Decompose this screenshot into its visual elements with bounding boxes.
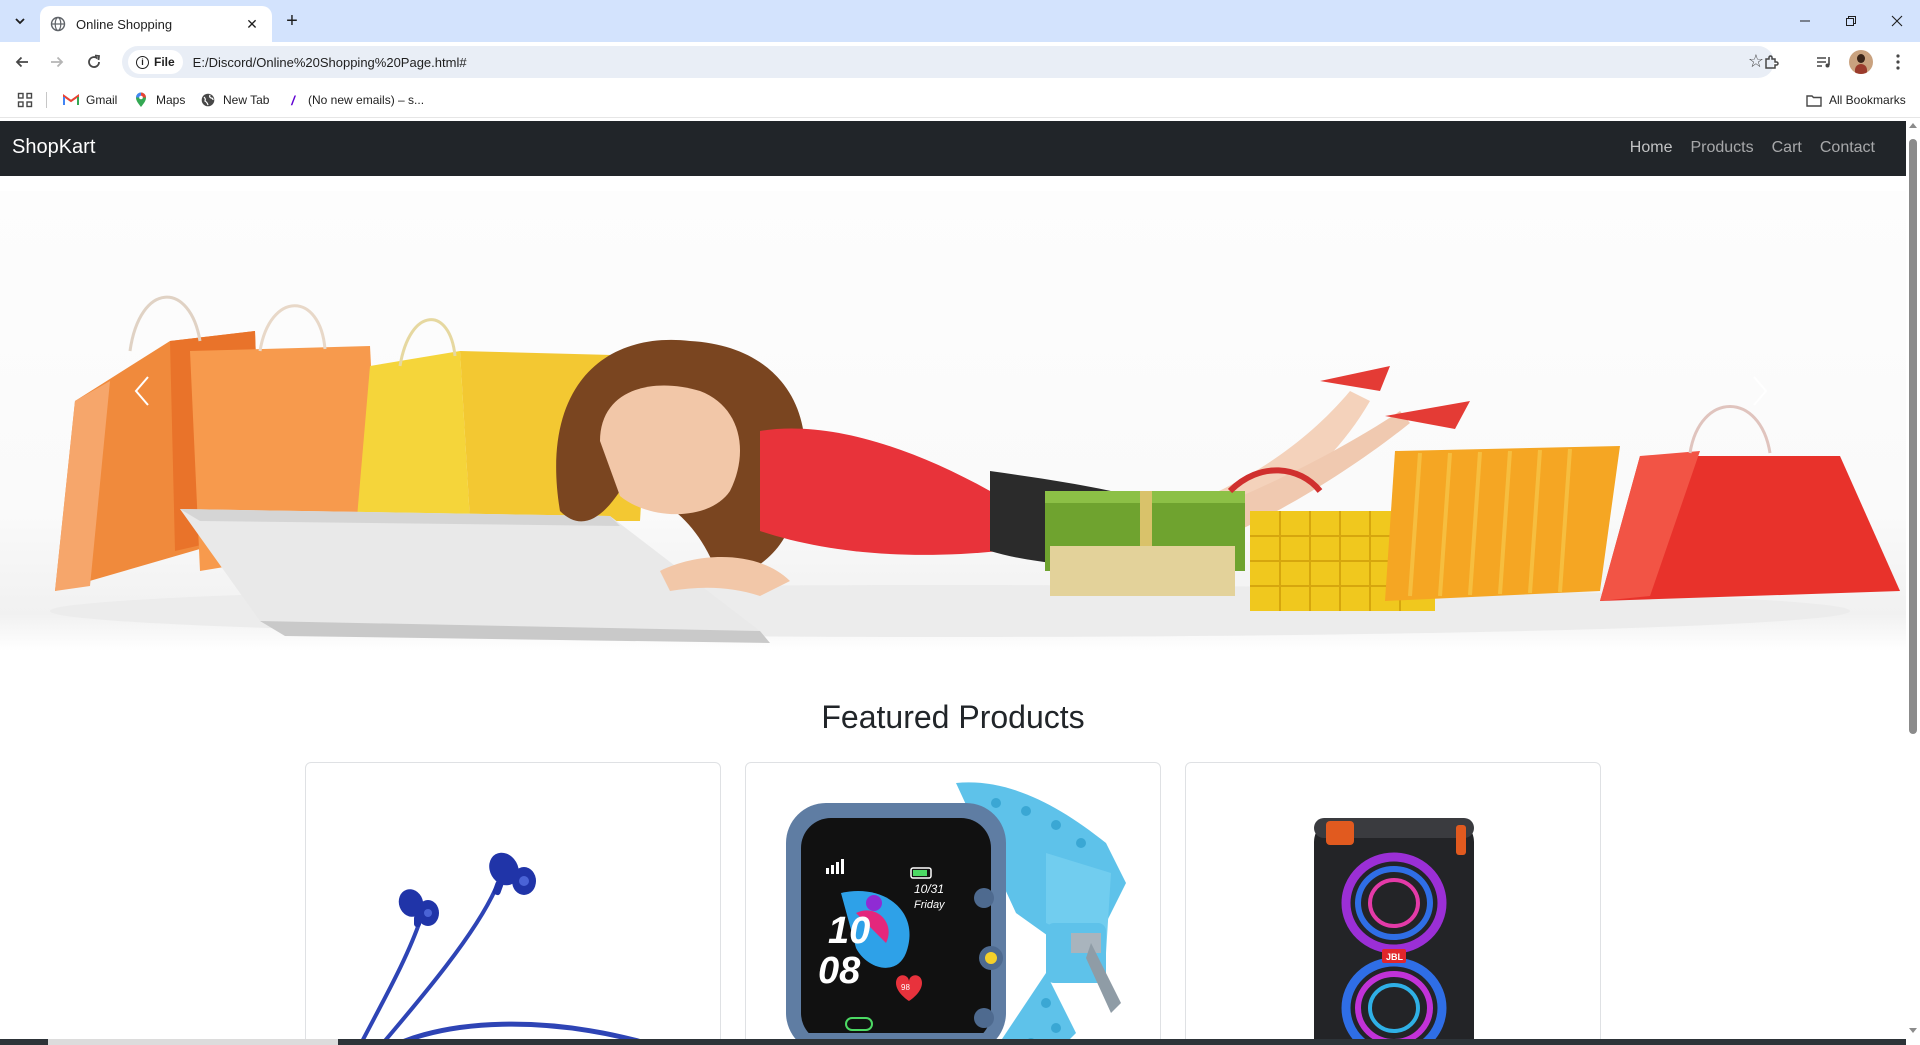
speaker-brand-logo: JBL: [1386, 952, 1404, 962]
forward-arrow-icon[interactable]: [43, 48, 71, 76]
url-text[interactable]: E:/Discord/Online%20Shopping%20Page.html…: [193, 55, 467, 70]
horizontal-scrollbar[interactable]: [0, 1039, 1906, 1045]
nav-cart-link[interactable]: Cart: [1763, 139, 1811, 157]
featured-title-text: Featured Products: [821, 699, 1085, 735]
close-tab-icon[interactable]: ✕: [242, 14, 262, 34]
hero-shopping-woman-image: [50, 295, 1900, 643]
kebab-menu-icon[interactable]: [1886, 50, 1910, 74]
brand-logo[interactable]: ShopKart: [12, 136, 95, 159]
close-window-icon[interactable]: [1874, 0, 1920, 42]
watch-day-text: Friday: [914, 899, 946, 911]
tab-title: Online Shopping: [76, 16, 173, 32]
globe-icon: [200, 92, 216, 108]
carousel-prev-chevron-icon[interactable]: [122, 361, 162, 421]
nav-links: Home Products Cart Contact: [1621, 139, 1884, 157]
all-bookmarks-label: All Bookmarks: [1829, 93, 1906, 107]
scroll-down-arrow-icon[interactable]: [1909, 1028, 1917, 1033]
site-info-chip[interactable]: i File: [128, 50, 183, 74]
bookmark-label: Maps: [156, 93, 186, 107]
address-bar[interactable]: i File E:/Discord/Online%20Shopping%20Pa…: [122, 46, 1774, 78]
bookmark-new-tab[interactable]: New Tab: [200, 90, 269, 110]
maps-pin-icon: [133, 92, 149, 108]
bookmark-label: New Tab: [223, 93, 270, 107]
back-arrow-icon[interactable]: [8, 48, 36, 76]
carousel-next-chevron-icon[interactable]: [1740, 361, 1780, 421]
nav-contact-link[interactable]: Contact: [1811, 139, 1884, 157]
product-card[interactable]: [305, 762, 721, 1039]
tab-search-chevron-icon[interactable]: [8, 9, 32, 33]
site-navbar: ShopKart Home Products Cart Contact: [0, 121, 1906, 176]
gmail-icon: [63, 92, 79, 108]
media-queue-icon[interactable]: [1812, 50, 1836, 74]
extensions-puzzle-icon[interactable]: [1760, 50, 1784, 74]
tab-strip: Online Shopping ✕ +: [0, 0, 1920, 42]
bookmark-maps[interactable]: Maps: [133, 90, 185, 110]
scroll-up-arrow-icon[interactable]: [1909, 123, 1917, 128]
bookmark-label: Gmail: [86, 93, 118, 107]
watch-heart-rate: 98: [901, 983, 910, 992]
product-card[interactable]: 10/31 Friday 10 08 98: [745, 762, 1161, 1039]
folder-icon: [1806, 92, 1822, 108]
horizontal-scroll-thumb[interactable]: [48, 1039, 338, 1045]
vertical-scrollbar[interactable]: [1906, 119, 1920, 1039]
profile-avatar[interactable]: [1849, 50, 1873, 74]
yahoo-mail-icon: /: [291, 92, 295, 108]
smartwatch-product-image: 10/31 Friday 10 08 98: [786, 782, 1126, 1039]
site-chip-label: File: [154, 55, 175, 69]
bookmark-label: (No new emails) – s...: [308, 93, 425, 107]
reload-icon[interactable]: [80, 48, 108, 76]
bookmark-gmail[interactable]: Gmail: [63, 90, 117, 110]
product-card[interactable]: JBL: [1185, 762, 1601, 1039]
bookmarks-divider: [46, 92, 47, 108]
page-viewport: ShopKart Home Products Cart Contact Feat…: [0, 119, 1906, 1039]
bookmarks-bar: Gmail Maps New Tab / (No new emails) – s…: [0, 82, 1920, 118]
earphones-product-image: [361, 852, 640, 1039]
info-icon: i: [136, 55, 149, 69]
scroll-thumb[interactable]: [1909, 139, 1917, 734]
bookmark-yahoo-mail[interactable]: / (No new emails) – s...: [285, 90, 424, 110]
restore-icon[interactable]: [1828, 0, 1874, 42]
all-bookmarks-button[interactable]: All Bookmarks: [1806, 90, 1906, 110]
watch-hour-text: 10: [828, 910, 870, 952]
new-tab-plus-icon[interactable]: +: [280, 9, 304, 33]
browser-tab[interactable]: Online Shopping ✕: [40, 6, 272, 42]
nav-home-link[interactable]: Home: [1621, 139, 1682, 157]
nav-products-link[interactable]: Products: [1681, 139, 1762, 157]
featured-products-heading: Featured Products: [0, 699, 1906, 736]
apps-grid-icon[interactable]: [17, 90, 33, 110]
watch-minute-text: 08: [818, 950, 861, 992]
hero-carousel: [0, 191, 1906, 651]
browser-toolbar: i File E:/Discord/Online%20Shopping%20Pa…: [0, 42, 1920, 82]
globe-icon: [50, 16, 66, 32]
watch-date-text: 10/31: [914, 882, 944, 896]
speaker-product-image: JBL: [1314, 818, 1474, 1039]
minimize-icon[interactable]: [1782, 0, 1828, 42]
